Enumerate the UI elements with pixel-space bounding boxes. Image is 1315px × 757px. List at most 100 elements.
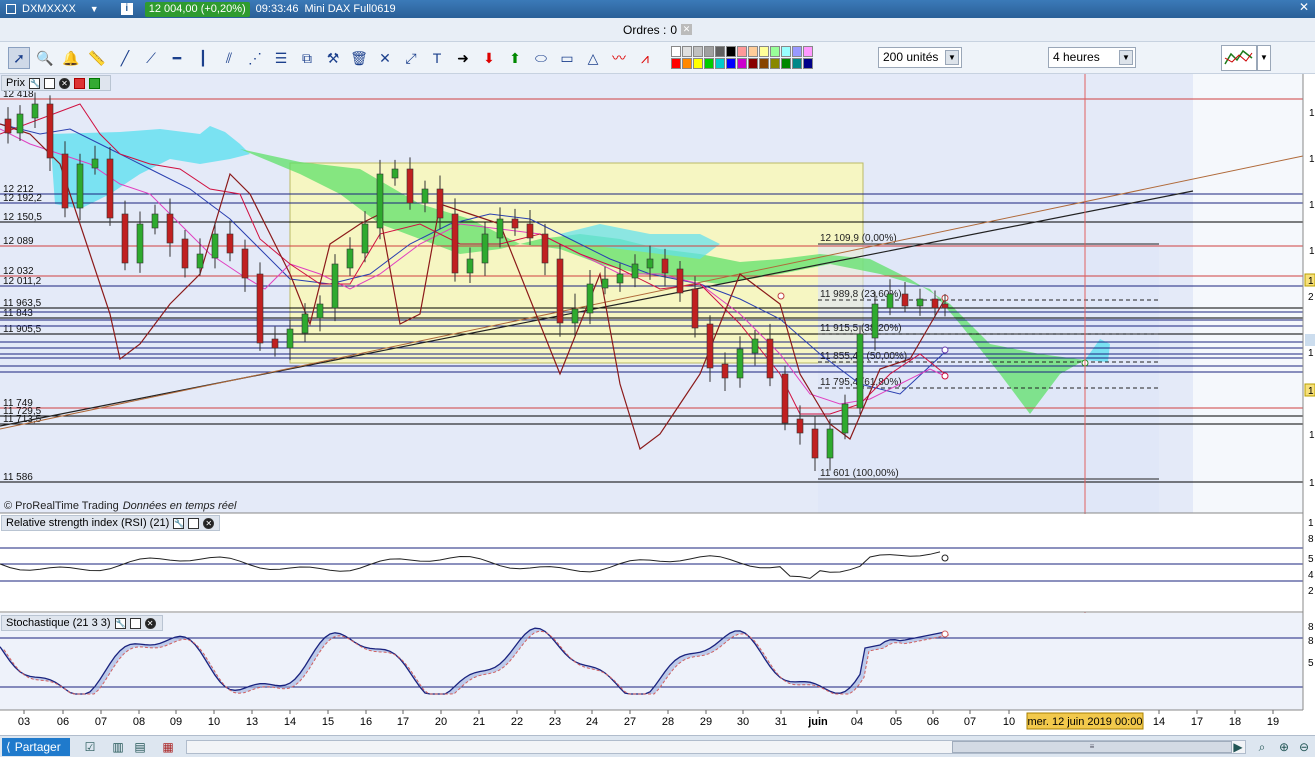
- palette-swatch[interactable]: [737, 46, 747, 57]
- palette-swatch[interactable]: [759, 46, 769, 57]
- cursor-icon[interactable]: ➚: [8, 47, 30, 69]
- indicators-button[interactable]: [1221, 45, 1257, 71]
- tools-icon[interactable]: ⚒: [322, 47, 344, 69]
- palette-swatch[interactable]: [693, 58, 703, 69]
- trash-icon[interactable]: 🗑: [348, 47, 370, 69]
- zoom-icon[interactable]: 🔍: [34, 47, 56, 69]
- app-menu-icon[interactable]: [6, 4, 16, 14]
- y-tick: 5: [1308, 658, 1314, 669]
- cross-tool-icon[interactable]: ✕: [374, 47, 396, 69]
- chevron-down-icon[interactable]: ▼: [1119, 50, 1133, 65]
- wave-tool-icon[interactable]: 〰: [608, 47, 630, 69]
- vertical-line-icon[interactable]: ┃: [192, 47, 214, 69]
- orders-close-icon[interactable]: ✕: [681, 24, 693, 35]
- chevron-down-icon[interactable]: ▼: [1257, 45, 1271, 71]
- fibonacci-icon[interactable]: ☰: [270, 47, 292, 69]
- zigzag-tool-icon[interactable]: ⩘: [634, 47, 656, 69]
- palette-swatch[interactable]: [737, 58, 747, 69]
- channel-tool-icon[interactable]: ⫽: [218, 47, 240, 69]
- pattern-tool-icon[interactable]: ⧉: [296, 47, 318, 69]
- palette-swatch[interactable]: [792, 46, 802, 57]
- maximize-icon[interactable]: [43, 77, 55, 89]
- zoom-in-icon[interactable]: ⊕: [1276, 739, 1292, 755]
- trend-tool-icon[interactable]: ⤢: [400, 47, 422, 69]
- scroll-thumb[interactable]: ≡: [952, 741, 1232, 753]
- palette-swatch[interactable]: [715, 58, 725, 69]
- palette-swatch[interactable]: [748, 46, 758, 57]
- palette-swatch[interactable]: [781, 58, 791, 69]
- wrench-icon[interactable]: 🔧: [114, 617, 126, 629]
- arrow-down-icon[interactable]: ⬇: [478, 47, 500, 69]
- text-tool-icon[interactable]: T: [426, 47, 448, 69]
- chevron-down-icon[interactable]: ▼: [90, 4, 99, 14]
- arrow-up-icon[interactable]: ⬆: [504, 47, 526, 69]
- palette-swatch[interactable]: [671, 46, 681, 57]
- candle-body: [361, 223, 369, 254]
- palette-swatch[interactable]: [671, 58, 681, 69]
- y-tick: 1: [1308, 518, 1314, 529]
- zoom-out-icon[interactable]: ⊖: [1296, 739, 1312, 755]
- units-select[interactable]: 200 unités ▼: [878, 47, 962, 68]
- scroll-right-icon[interactable]: ▶: [1230, 739, 1246, 755]
- palette-swatch[interactable]: [781, 46, 791, 57]
- x-axis-label: 19: [1267, 716, 1279, 728]
- share-button[interactable]: ⟨ Partager: [2, 738, 70, 756]
- rsi-panel-header[interactable]: Relative strength index (RSI) (21) 🔧 ✕: [1, 515, 220, 531]
- move-down-icon[interactable]: [73, 77, 85, 89]
- palette-swatch[interactable]: [726, 58, 736, 69]
- palette-swatch[interactable]: [693, 46, 703, 57]
- chevron-down-icon[interactable]: ▼: [945, 50, 959, 65]
- candle-body: [61, 153, 69, 209]
- timeframe-select[interactable]: 4 heures ▼: [1048, 47, 1136, 68]
- chart-canvas[interactable]: 12 41812 21212 192,212 150,512 08912 032…: [0, 74, 1315, 735]
- ruler-icon[interactable]: 📏: [86, 47, 108, 69]
- fan-tool-icon[interactable]: ⋰: [244, 47, 266, 69]
- palette-swatch[interactable]: [748, 58, 758, 69]
- move-up-icon[interactable]: [88, 77, 100, 89]
- stoch-panel-header[interactable]: Stochastique (21 3 3) 🔧 ✕: [1, 615, 163, 631]
- close-icon[interactable]: ✕: [1299, 0, 1309, 14]
- price-panel-header[interactable]: Prix 🔧 ✕: [1, 75, 111, 91]
- zoom-chart-icon[interactable]: ⌕: [1254, 739, 1270, 755]
- palette-swatch[interactable]: [792, 58, 802, 69]
- ellipse-tool-icon[interactable]: ⬭: [530, 47, 552, 69]
- horizontal-line-icon[interactable]: ━: [166, 47, 188, 69]
- candle-body: [91, 158, 99, 169]
- close-icon[interactable]: ✕: [203, 517, 215, 529]
- bars-icon[interactable]: ▦: [160, 739, 176, 755]
- close-icon[interactable]: ✕: [58, 77, 70, 89]
- close-icon[interactable]: ✕: [144, 617, 156, 629]
- alert-bell-icon[interactable]: 🔔: [60, 47, 82, 69]
- y-tick: 1: [1309, 108, 1315, 119]
- horizontal-scrollbar[interactable]: ≡: [186, 740, 1246, 754]
- palette-swatch[interactable]: [704, 58, 714, 69]
- info-icon[interactable]: i: [120, 3, 133, 15]
- wrench-icon[interactable]: 🔧: [28, 77, 40, 89]
- maximize-icon[interactable]: [129, 617, 141, 629]
- palette-swatch[interactable]: [715, 46, 725, 57]
- palette-swatch[interactable]: [803, 46, 813, 57]
- ray-tool-icon[interactable]: ⟋: [140, 47, 162, 69]
- palette-swatch[interactable]: [682, 58, 692, 69]
- maximize-icon[interactable]: [188, 517, 200, 529]
- triangle-tool-icon[interactable]: △: [582, 47, 604, 69]
- chart-area[interactable]: 12 418 12 212 12 192,2 12 150,5 12 089 12 032…: [0, 74, 1315, 735]
- palette-swatch[interactable]: [704, 46, 714, 57]
- candles-icon[interactable]: ▥: [110, 739, 126, 755]
- symbol-label[interactable]: DXMXXXX: [22, 3, 76, 15]
- x-axis-label: 14: [284, 716, 296, 728]
- palette-swatch[interactable]: [770, 58, 780, 69]
- line-tool-icon[interactable]: ╱: [114, 47, 136, 69]
- checklist-icon[interactable]: ☑: [82, 739, 98, 755]
- wrench-icon[interactable]: 🔧: [173, 517, 185, 529]
- palette-swatch[interactable]: [759, 58, 769, 69]
- palette-swatch[interactable]: [770, 46, 780, 57]
- palette-swatch[interactable]: [726, 46, 736, 57]
- candle-body: [211, 233, 219, 259]
- arrow-right-icon[interactable]: ➜: [452, 47, 474, 69]
- palette-swatch[interactable]: [803, 58, 813, 69]
- color-palette[interactable]: [671, 46, 813, 70]
- palette-swatch[interactable]: [682, 46, 692, 57]
- list-icon[interactable]: ▤: [132, 739, 148, 755]
- rectangle-tool-icon[interactable]: ▭: [556, 47, 578, 69]
